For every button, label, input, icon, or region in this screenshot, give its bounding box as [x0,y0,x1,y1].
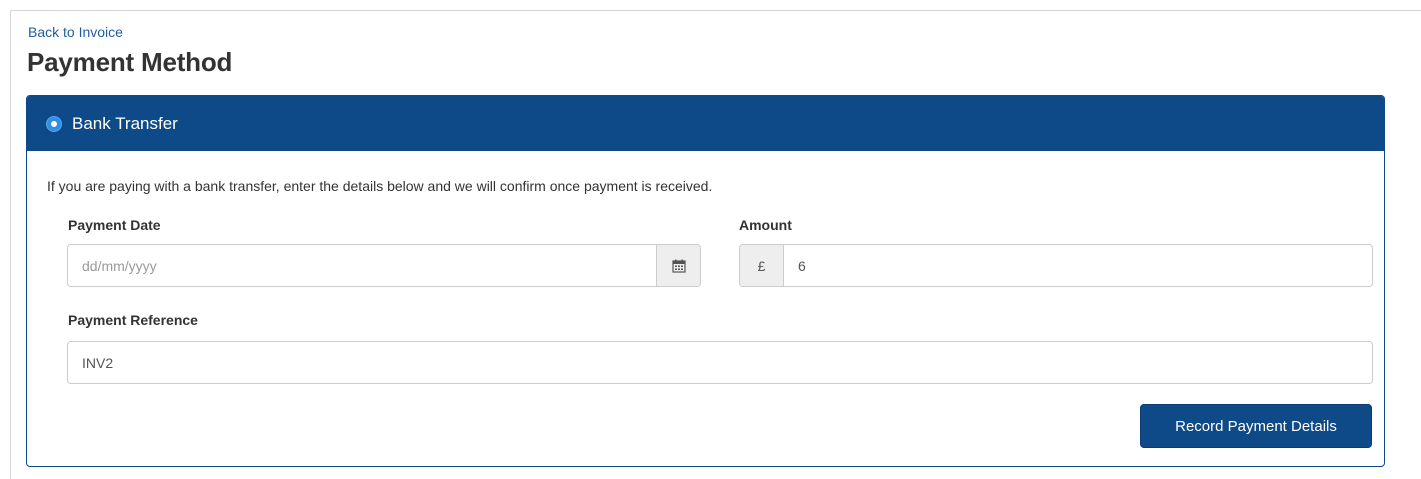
payment-reference-input[interactable]: INV2 [68,342,1372,383]
bank-transfer-label: Bank Transfer [72,113,178,133]
bank-transfer-panel: Bank Transfer If you are paying with a b… [26,95,1385,467]
payment-date-label: Payment Date [68,217,161,233]
amount-input[interactable]: 6 [784,245,1372,286]
pound-sign-icon: £ [740,245,784,286]
payment-date-input[interactable]: dd/mm/yyyy [68,245,656,286]
bank-transfer-option[interactable]: Bank Transfer [27,96,1384,151]
radio-selected-icon[interactable] [46,115,62,132]
payment-date-field[interactable]: dd/mm/yyyy [67,244,701,287]
page-title: Payment Method [27,47,233,77]
amount-label: Amount [739,217,792,233]
record-payment-details-button[interactable]: Record Payment Details [1140,404,1372,448]
payment-reference-field[interactable]: INV2 [67,341,1373,384]
calendar-button[interactable] [656,245,700,286]
payment-reference-label: Payment Reference [68,312,198,328]
back-to-invoice-link[interactable]: Back to Invoice [28,24,123,40]
amount-field[interactable]: £ 6 [739,244,1373,287]
calendar-icon [671,259,686,273]
radio-dot [51,120,57,127]
instructions-text: If you are paying with a bank transfer, … [47,178,713,194]
